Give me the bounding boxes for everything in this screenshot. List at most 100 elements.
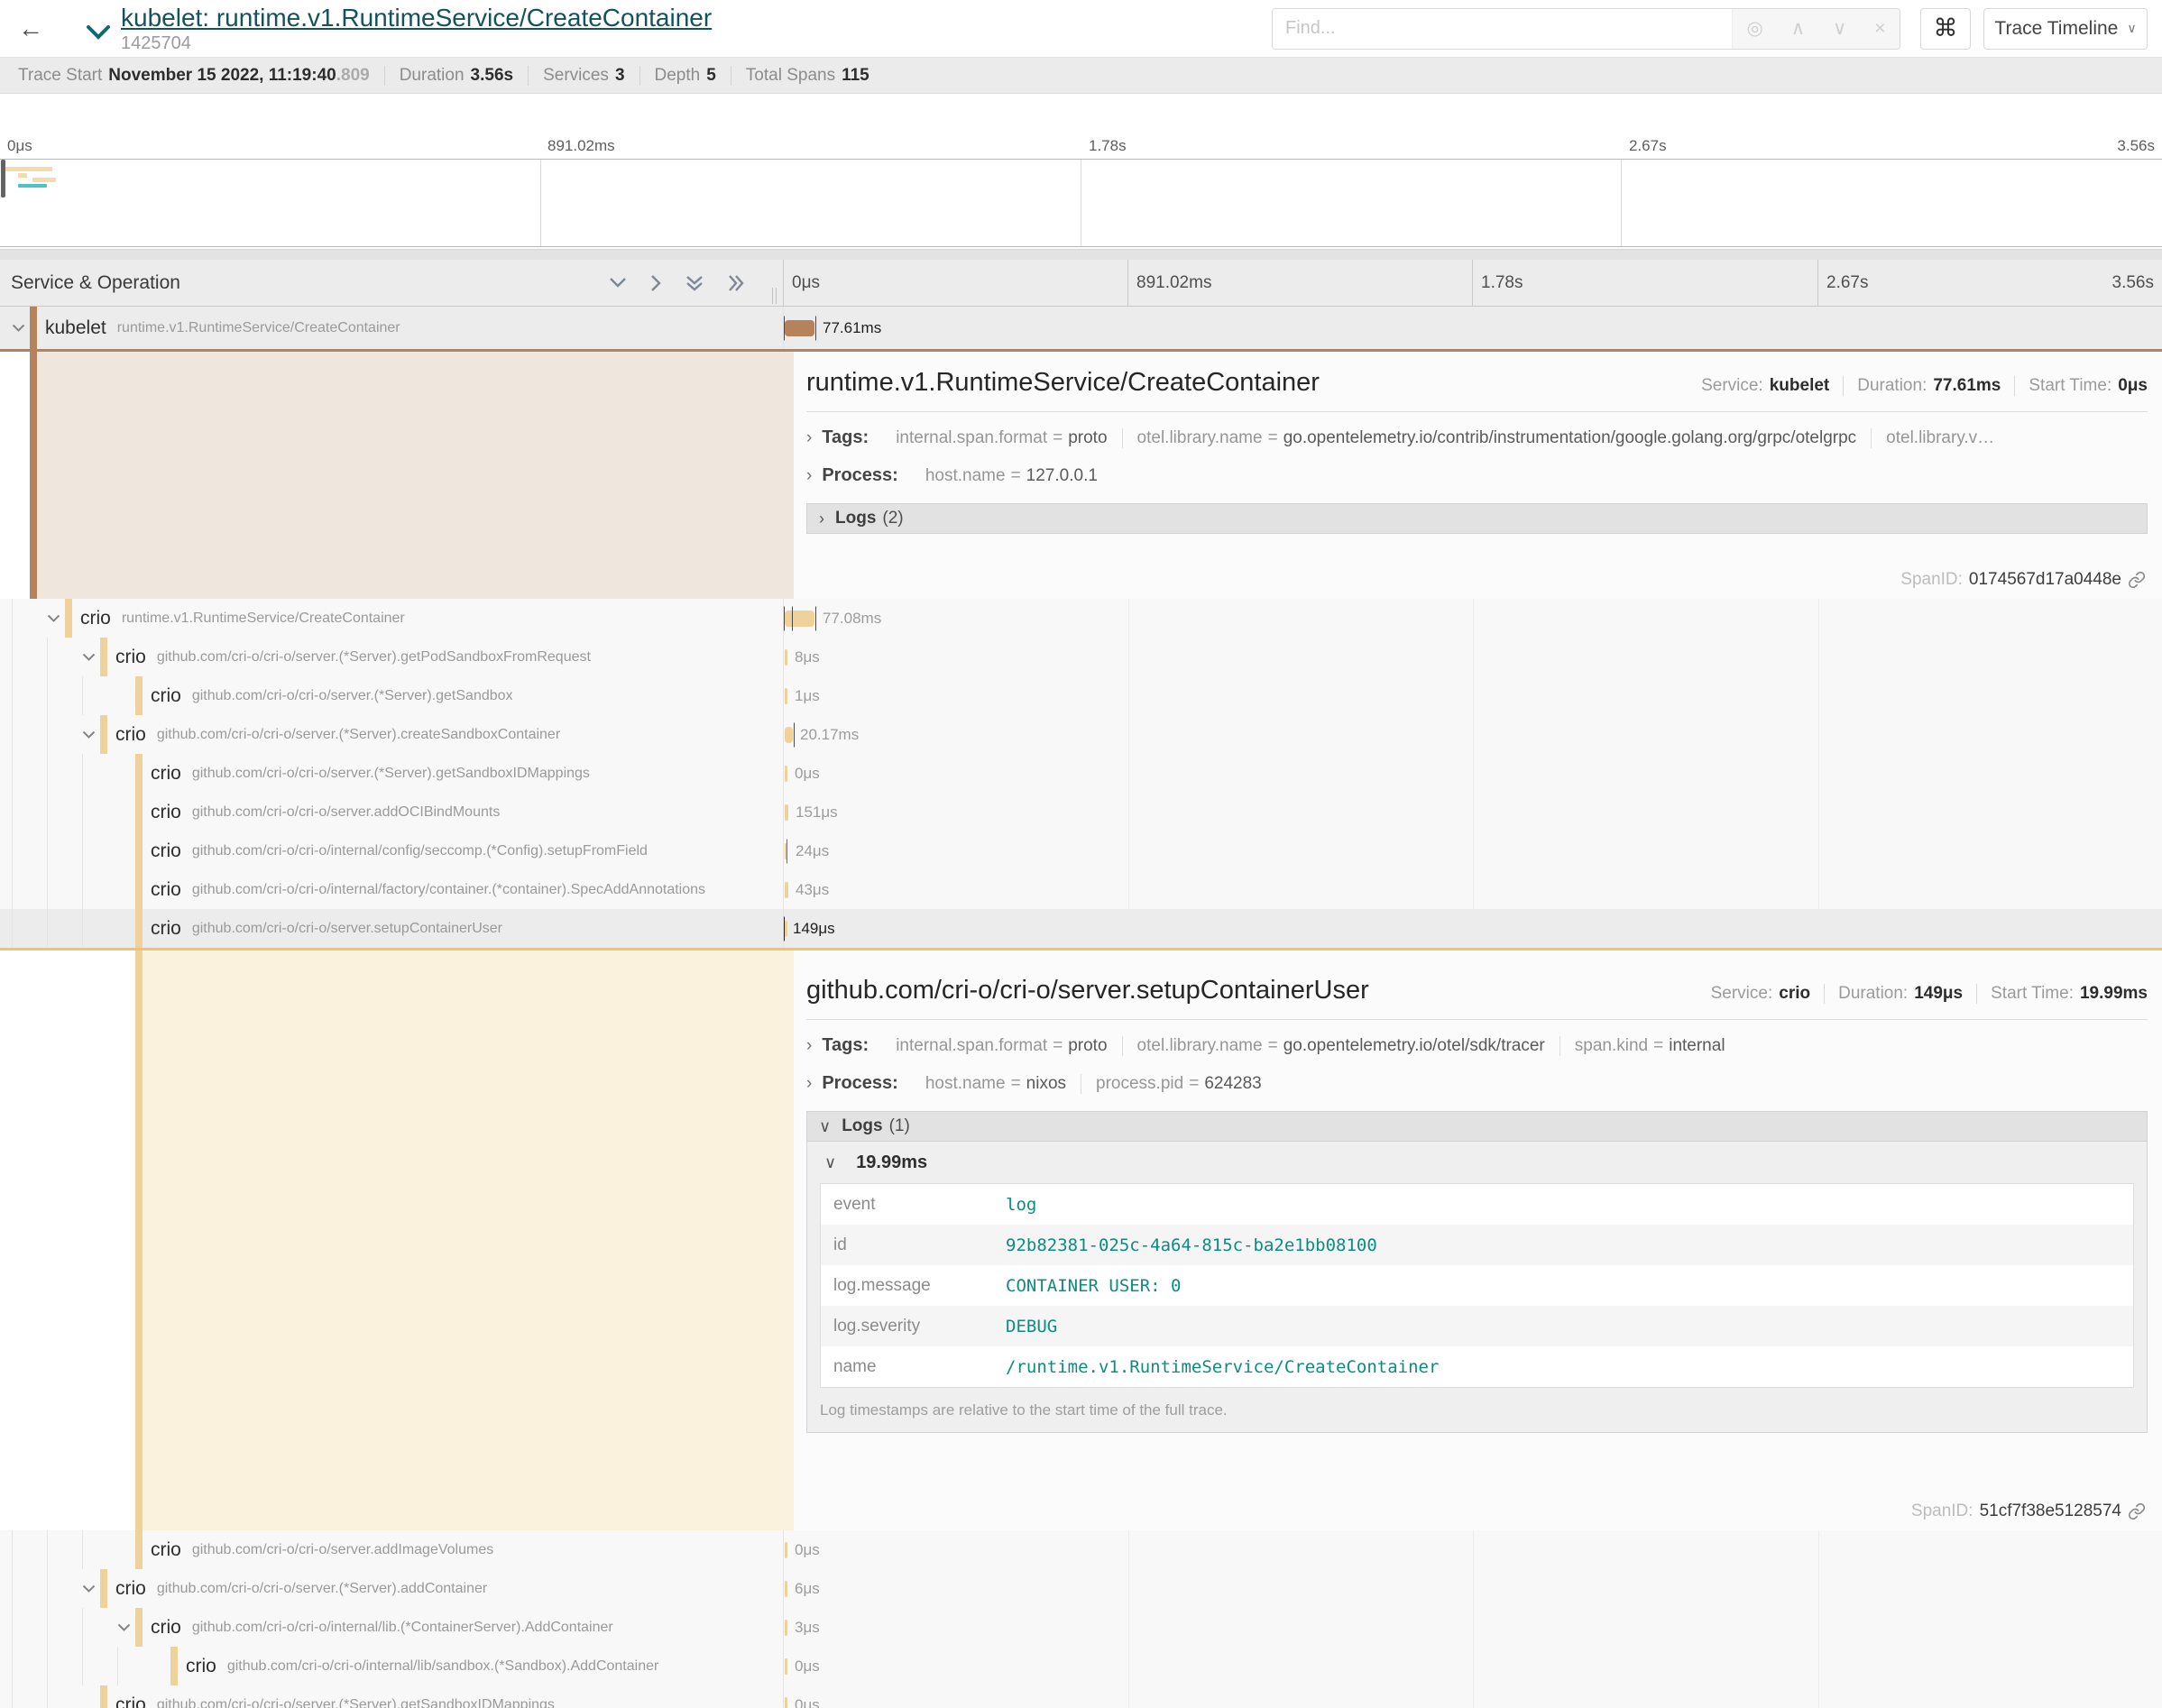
operation-name: runtime.v1.RuntimeService/CreateContaine…: [122, 611, 405, 627]
span-bar[interactable]: [785, 1697, 787, 1708]
span-detail-title: github.com/cri-o/cri-o/server.setupConta…: [806, 976, 1369, 1006]
detail-duration: Duration:77.61ms: [1843, 376, 2014, 396]
logs-accordion[interactable]: ∨ Logs (1): [806, 1111, 2148, 1142]
minimap-tick: 3.56s: [2117, 137, 2155, 155]
span-row-getsandbox[interactable]: crio github.com/cri-o/cri-o/server.(*Ser…: [0, 676, 2162, 715]
span-duration: 1μs: [795, 687, 820, 705]
service-color-bar: [135, 870, 143, 909]
span-bar[interactable]: [785, 882, 788, 898]
span-row-addimagevolumes[interactable]: crio github.com/cri-o/cri-o/server.addIm…: [0, 1530, 2162, 1569]
collapse-all-icon[interactable]: [685, 274, 704, 292]
span-row-addocibindmounts[interactable]: crio github.com/cri-o/cri-o/server.addOC…: [0, 793, 2162, 831]
span-bar[interactable]: [785, 727, 793, 743]
minimap-scrubber-handle[interactable]: [1, 160, 5, 197]
trace-view-selector[interactable]: Trace Timeline ∨: [1983, 8, 2148, 50]
log-field-row: eventlog: [821, 1184, 2133, 1225]
service-name: crio: [151, 763, 181, 785]
service-color-bar: [135, 1608, 143, 1647]
span-bar[interactable]: [785, 611, 814, 627]
service-name: crio: [115, 724, 146, 746]
span-bar[interactable]: [785, 1658, 787, 1675]
trace-title-block: kubelet: runtime.v1.RuntimeService/Creat…: [121, 4, 712, 54]
timeline-grid-header: Service & Operation 0μs 891.02ms 1.: [0, 260, 2162, 307]
span-row-createsandboxcontainer[interactable]: crio github.com/cri-o/cri-o/server.(*Ser…: [0, 715, 2162, 754]
minimap-canvas[interactable]: [0, 159, 2162, 247]
chevron-down-icon[interactable]: [78, 730, 100, 739]
operation-name: github.com/cri-o/cri-o/server.(*Server).…: [157, 1581, 487, 1597]
find-locate-icon[interactable]: ◎: [1746, 17, 1762, 40]
expand-all-icon[interactable]: [727, 274, 745, 292]
minimap-tick: 0μs: [7, 137, 32, 155]
span-bar[interactable]: [785, 1581, 787, 1597]
trace-title-link[interactable]: kubelet: runtime.v1.RuntimeService/Creat…: [121, 4, 712, 32]
chevron-down-icon[interactable]: [78, 1584, 100, 1593]
chevron-down-icon[interactable]: [113, 1623, 135, 1632]
timeline-ruler: 0μs 891.02ms 1.78s 2.67s 3.56s: [783, 260, 2162, 306]
chevron-down-icon[interactable]: [7, 324, 30, 333]
minimap-span-bar: [18, 173, 27, 178]
span-bar[interactable]: [785, 843, 787, 859]
log-entry-timestamp: 19.99ms: [856, 1152, 927, 1173]
back-button[interactable]: ←: [9, 7, 52, 51]
span-duration: 3μs: [795, 1619, 820, 1637]
span-row-crio-createcontainer[interactable]: crio runtime.v1.RuntimeService/CreateCon…: [0, 599, 2162, 638]
span-duration: 149μs: [793, 920, 835, 938]
span-id-value: 0174567d17a0448e: [1969, 570, 2121, 590]
find-next-icon[interactable]: ∨: [1833, 17, 1846, 40]
chevron-down-icon[interactable]: [78, 653, 100, 662]
span-bar[interactable]: [785, 766, 787, 782]
span-bar[interactable]: [785, 921, 787, 937]
span-bar[interactable]: [785, 1542, 787, 1558]
span-row-getsandboxidmappings[interactable]: crio github.com/cri-o/cri-o/server.(*Ser…: [0, 754, 2162, 793]
span-row-getpodsandboxfromrequest[interactable]: crio github.com/cri-o/cri-o/server.(*Ser…: [0, 638, 2162, 676]
ruler-tick: 0μs: [783, 260, 820, 306]
minimap-span-bar: [5, 167, 52, 171]
keyboard-shortcuts-button[interactable]: ⌘: [1920, 8, 1971, 50]
span-row-containerserver-addcontainer[interactable]: crio github.com/cri-o/cri-o/internal/lib…: [0, 1608, 2162, 1647]
chevron-right-icon: ›: [819, 510, 824, 528]
collapse-one-icon[interactable]: [609, 277, 627, 289]
service-color-bar: [135, 1530, 143, 1569]
span-bar[interactable]: [785, 649, 787, 666]
find-clear-icon[interactable]: ×: [1874, 18, 1885, 40]
find-prev-icon[interactable]: ∧: [1791, 17, 1805, 40]
chevron-down-icon[interactable]: [42, 614, 65, 623]
copy-link-icon[interactable]: [2128, 1502, 2146, 1520]
tag-item: internal.span.format=proto: [881, 1036, 1121, 1056]
log-fields-table: eventlog id92b82381-025c-4a64-815c-ba2e1…: [820, 1183, 2134, 1388]
logs-accordion[interactable]: › Logs (2): [806, 503, 2148, 534]
find-input[interactable]: [1273, 9, 1732, 49]
operation-name: github.com/cri-o/cri-o/internal/config/s…: [192, 843, 648, 859]
collapse-trace-chevron-icon[interactable]: [87, 25, 110, 44]
span-duration: 0μs: [795, 1696, 820, 1708]
service-color-bar: [100, 715, 107, 754]
span-row-addcontainer[interactable]: crio github.com/cri-o/cri-o/server.(*Ser…: [0, 1569, 2162, 1608]
process-accordion[interactable]: › Process: host.name=nixos process.pid=6…: [806, 1071, 2148, 1096]
find-group: ◎ ∧ ∨ ×: [1272, 8, 1900, 50]
top-header: ← kubelet: runtime.v1.RuntimeService/Cre…: [0, 0, 2162, 58]
process-item: host.name=nixos: [911, 1074, 1081, 1094]
span-duration: 24μs: [796, 842, 829, 860]
expand-one-icon[interactable]: [650, 274, 662, 292]
span-row-getsandboxidmappings-2[interactable]: crio github.com/cri-o/cri-o/server.(*Ser…: [0, 1685, 2162, 1708]
span-row-setupcontaineruser[interactable]: crio github.com/cri-o/cri-o/server.setup…: [0, 909, 2162, 948]
column-resizer-handle[interactable]: [772, 288, 781, 304]
span-bar[interactable]: [785, 1620, 787, 1636]
span-bar[interactable]: [785, 320, 814, 336]
tags-accordion[interactable]: › Tags: internal.span.format=proto otel.…: [806, 426, 2148, 450]
span-bar[interactable]: [785, 804, 788, 821]
service-name: crio: [151, 685, 181, 707]
span-row-seccomp-setupfromfield[interactable]: crio github.com/cri-o/cri-o/internal/con…: [0, 831, 2162, 870]
tags-accordion[interactable]: › Tags: internal.span.format=proto otel.…: [806, 1033, 2148, 1058]
log-entry-toggle[interactable]: ∨ 19.99ms: [820, 1142, 2134, 1183]
detail-start-time: Start Time:19.99ms: [1976, 984, 2148, 1004]
tag-item: internal.span.format=proto: [881, 428, 1121, 448]
log-timestamps-note: Log timestamps are relative to the start…: [820, 1401, 2134, 1419]
process-accordion[interactable]: › Process: host.name=127.0.0.1: [806, 464, 2148, 488]
trace-summary-bar: Trace Start November 15 2022, 11:19:40 .…: [0, 58, 2162, 94]
span-bar[interactable]: [785, 688, 787, 704]
copy-link-icon[interactable]: [2128, 571, 2146, 589]
span-row-specaddannotations[interactable]: crio github.com/cri-o/cri-o/internal/fac…: [0, 870, 2162, 909]
span-row-sandbox-addcontainer[interactable]: crio github.com/cri-o/cri-o/internal/lib…: [0, 1647, 2162, 1685]
span-row-kubelet-createcontainer[interactable]: kubelet runtime.v1.RuntimeService/Create…: [0, 307, 2162, 349]
